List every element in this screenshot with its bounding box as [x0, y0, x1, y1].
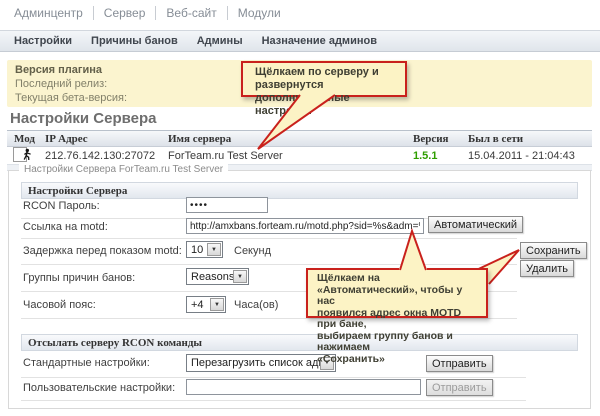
- chevron-down-icon[interactable]: ▼: [233, 270, 247, 283]
- row-divider: [21, 377, 526, 378]
- standard-settings-label: Стандартные настройки:: [23, 357, 150, 369]
- server-last-seen: 15.04.2011 - 21:04:43: [468, 149, 575, 162]
- top-navigation: Админцентр Сервер Веб-сайт Модули: [14, 6, 291, 20]
- timezone-select[interactable]: +4 ▼: [186, 296, 226, 313]
- automatic-button[interactable]: Автоматический: [428, 216, 524, 233]
- server-ip: 212.76.142.130:27072: [45, 149, 156, 162]
- server-table-header: Мод IP Адрес Имя сервера Версия Был в се…: [7, 130, 592, 147]
- timezone-value: +4: [191, 298, 204, 311]
- standard-command-select[interactable]: Перезагрузить список админов ▼: [186, 354, 336, 372]
- motd-delay-value: 10: [191, 243, 204, 256]
- callout-line: Щёлкаем по серверу и развернутся: [255, 66, 379, 91]
- row-divider: [21, 238, 517, 239]
- nav-modules[interactable]: Модули: [226, 6, 291, 20]
- current-beta-label: Текущая бета-версия:: [15, 92, 128, 104]
- standard-command-value: Перезагрузить список админов: [191, 357, 320, 369]
- timezone-label: Часовой пояс:: [23, 299, 96, 311]
- motd-link-input[interactable]: [186, 218, 424, 234]
- amxbans-admin-page: Админцентр Сервер Веб-сайт Модули Настро…: [0, 0, 600, 416]
- server-row[interactable]: 212.76.142.130:27072 ForTeam.ru Test Ser…: [7, 147, 592, 165]
- rcon-password-label: RCON Пароль:: [23, 200, 100, 212]
- send-custom-button[interactable]: Отправить: [426, 379, 493, 396]
- ban-reason-groups-select[interactable]: Reasons ▼: [186, 268, 249, 285]
- col-ip: IP Адрес: [45, 132, 88, 145]
- motd-delay-select[interactable]: 10 ▼: [186, 241, 223, 258]
- page-title: Настройки Сервера: [10, 110, 157, 127]
- row-divider: [21, 400, 526, 401]
- col-version: Версия: [413, 132, 449, 145]
- chevron-down-icon[interactable]: ▼: [207, 243, 221, 256]
- custom-command-input[interactable]: [186, 379, 421, 395]
- delay-unit-label: Секунд: [234, 245, 271, 257]
- nav-website[interactable]: Веб-сайт: [155, 6, 226, 20]
- save-button[interactable]: Сохранить: [520, 242, 587, 259]
- col-lastseen: Был в сети: [468, 132, 524, 145]
- callout-line: дополнительные настройки: [255, 92, 350, 117]
- timezone-unit-label: Часа(ов): [234, 299, 279, 311]
- tab-ban-reasons[interactable]: Причины банов: [91, 35, 178, 47]
- nav-admincenter[interactable]: Админцентр: [14, 6, 93, 20]
- server-name[interactable]: ForTeam.ru Test Server: [161, 150, 406, 162]
- tab-admin-assignment[interactable]: Назначение админов: [262, 35, 377, 47]
- section-server-settings: Настройки Сервера: [21, 182, 578, 199]
- motd-link-label: Ссылка на motd:: [23, 221, 108, 233]
- server-settings-panel: Настройки Сервера ForTeam.ru Test Server…: [8, 164, 591, 409]
- callout-click-automatic: Щёлкаем на «Автоматический», чтобы у нас…: [306, 268, 488, 364]
- tab-settings[interactable]: Настройки: [14, 35, 72, 47]
- ban-reason-groups-label: Группы причин банов:: [23, 272, 136, 284]
- callout-line: появился адрес окна MOTD при бане,: [317, 306, 462, 330]
- callout-line: «Сохранить»: [317, 352, 385, 365]
- custom-settings-label: Пользовательские настройки:: [23, 382, 176, 394]
- tab-admins[interactable]: Админы: [197, 35, 243, 47]
- col-name: Имя сервера: [168, 132, 232, 145]
- col-mod: Мод: [14, 132, 35, 145]
- callout-line: выбираем группу банов и нажимаем: [317, 329, 453, 353]
- latest-release-label: Последний релиз:: [15, 78, 108, 90]
- section-rcon-commands: Отсылать серверу RCON команды: [21, 334, 578, 351]
- motd-delay-label: Задержка перед показом motd:: [23, 245, 182, 257]
- chevron-down-icon[interactable]: ▼: [210, 298, 224, 311]
- panel-legend: Настройки Сервера ForTeam.ru Test Server: [19, 164, 229, 175]
- ban-reason-groups-value: Reasons: [191, 270, 233, 283]
- row-divider: [21, 264, 517, 265]
- rcon-password-input[interactable]: [186, 197, 268, 213]
- cs-player-icon: [13, 147, 31, 162]
- nav-server[interactable]: Сервер: [92, 6, 156, 20]
- callout-line: Щёлкаем на «Автоматический», чтобы у нас: [317, 272, 463, 307]
- mod-cell: [7, 147, 38, 164]
- callout-click-server: Щёлкаем по серверу и развернутся дополни…: [241, 61, 407, 117]
- sub-navigation: Настройки Причины банов Админы Назначени…: [0, 30, 600, 52]
- server-version: 1.5.1: [413, 149, 438, 162]
- plugin-version-title: Версия плагина: [15, 64, 102, 76]
- delete-button[interactable]: Удалить: [520, 260, 574, 277]
